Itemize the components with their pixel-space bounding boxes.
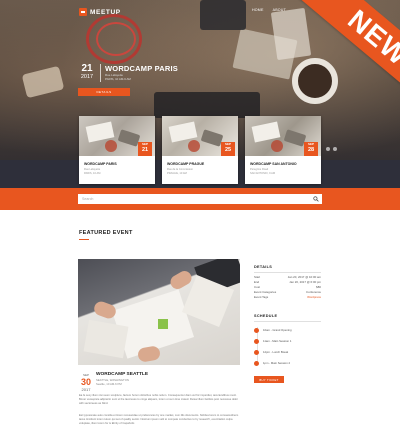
hero-time: PARIS, 10 AM-6 AM (105, 77, 131, 81)
schedule-timeline (256, 327, 257, 365)
detail-tag-link[interactable]: Wordpress (307, 295, 321, 299)
slider-dots (326, 147, 337, 151)
nav-item-home[interactable]: HOME (252, 8, 264, 12)
featured-heading: FEATURED EVENT (79, 230, 133, 236)
hero-year: 2017 (80, 74, 94, 80)
detail-label: Start (254, 275, 261, 279)
divider (254, 272, 321, 273)
event-card-location: Rue de la Commission (167, 168, 194, 171)
timeline-dot-icon (254, 360, 259, 366)
detail-row-tags: Event Tags Wordpress (254, 295, 321, 300)
slider-dot[interactable] (326, 147, 330, 151)
featured-time: Seattle, 10 AM-6 PM (96, 382, 122, 386)
event-card-day: 28 (307, 147, 315, 153)
logo-text: MEETUP (90, 8, 121, 16)
hero-day: 21 (81, 63, 93, 74)
detail-label: Event Categories (254, 290, 277, 294)
event-card-time: PARIS, 10 AM (84, 172, 101, 175)
schedule-item-label: 1pm - Main Session 2 (263, 360, 291, 365)
detail-label: Event Tags (254, 295, 269, 299)
heading-underline (79, 239, 89, 240)
timeline-dot-icon (254, 338, 259, 344)
decor-clip (21, 65, 65, 99)
schedule-item-label: 10am - Grand Opening (263, 327, 292, 332)
schedule-heading: SCHEDULE (254, 314, 278, 318)
schedule-item-label: 12pm - Lunch Break (263, 349, 289, 354)
detail-value: Jan 20, 2017 @ 6:00 pm (289, 280, 321, 284)
event-card-day: 25 (224, 147, 232, 153)
event-card-time: SAN ANTONIO, 9 AM (250, 172, 276, 175)
detail-value: $80 (316, 285, 321, 289)
event-card-title[interactable]: WORDCAMP PARIS (84, 162, 117, 166)
event-card-location: Peregrine Road (250, 168, 269, 171)
timeline-dot-icon (254, 327, 259, 333)
logo[interactable]: MEETUP (79, 8, 121, 16)
hero-title: WORDCAMP PARIS (105, 64, 178, 73)
search-input[interactable]: Search (78, 194, 322, 204)
event-card-location: Rue Lafayette (84, 168, 101, 171)
event-card-time: PRAGUE, 10 AM (167, 172, 187, 175)
hero-date: 21 2017 (78, 64, 96, 81)
main-nav: HOME ABOUT (252, 8, 286, 12)
event-card-title[interactable]: WORDCAMP SAN ANTONIO (250, 162, 297, 166)
event-card-date: SEP 28 (304, 142, 318, 156)
decor-thread (96, 22, 136, 56)
featured-event-image[interactable] (78, 259, 240, 365)
featured-day: 30 (80, 377, 91, 387)
detail-value: Conference (306, 290, 321, 294)
buy-ticket-button[interactable]: BUY TICKET (254, 376, 284, 383)
logo-icon (79, 8, 87, 16)
featured-description: Est typosonate auto consilia et lorem re… (79, 414, 239, 425)
divider (254, 321, 321, 322)
event-card[interactable]: SEP 25 WORDCAMP PRAGUE Rue de la Commiss… (162, 116, 238, 184)
hero-details-button[interactable]: DETAILS (78, 88, 130, 96)
event-card[interactable]: SEP 21 WORDCAMP PARIS Rue Lafayette PARI… (79, 116, 155, 184)
event-card-date: SEP 25 (221, 142, 235, 156)
detail-label: End (254, 280, 260, 284)
hero-date-divider (100, 64, 101, 82)
event-card-title[interactable]: WORDCAMP PRAGUE (167, 162, 204, 166)
schedule-item-label: 11am - Main Session 1 (263, 338, 292, 343)
event-card-day: 21 (141, 147, 149, 153)
details-heading: DETAILS (254, 265, 273, 269)
timeline-dot-icon (254, 349, 259, 355)
search-placeholder: Search (82, 196, 94, 201)
event-card[interactable]: SEP 28 WORDCAMP SAN ANTONIO Peregrine Ro… (245, 116, 321, 184)
featured-description: Ea fe sexy illum nisi suum sculpture, fa… (79, 394, 238, 405)
decor-laptop (154, 92, 260, 118)
featured-title[interactable]: WORDCAMP SEATTLE (96, 372, 148, 377)
decor-coffee-cup (292, 58, 338, 104)
featured-year: 2017 (81, 387, 91, 392)
nav-item-about[interactable]: ABOUT (273, 8, 286, 12)
featured-date: SEP 30 2017 (79, 373, 93, 392)
search-icon[interactable] (313, 196, 319, 202)
detail-label: Cost (254, 285, 260, 289)
slider-dot[interactable] (333, 147, 337, 151)
event-card-date: SEP 21 (138, 142, 152, 156)
detail-value: Jan 20, 2017 @ 10:00 am (287, 275, 321, 279)
